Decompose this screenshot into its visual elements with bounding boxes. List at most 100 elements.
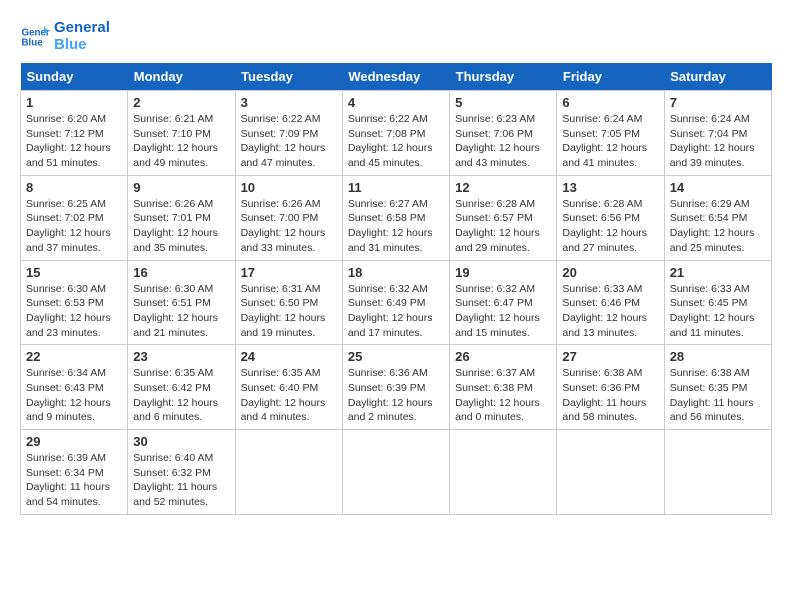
day-number: 20: [562, 265, 658, 280]
calendar-cell: [450, 430, 557, 515]
day-info: Sunrise: 6:25 AMSunset: 7:02 PMDaylight:…: [26, 197, 122, 256]
day-info: Sunrise: 6:36 AMSunset: 6:39 PMDaylight:…: [348, 366, 444, 425]
day-number: 5: [455, 95, 551, 110]
day-info: Sunrise: 6:22 AMSunset: 7:09 PMDaylight:…: [241, 112, 337, 171]
day-number: 15: [26, 265, 122, 280]
calendar-week: 22 Sunrise: 6:34 AMSunset: 6:43 PMDayligh…: [21, 345, 772, 430]
day-number: 21: [670, 265, 766, 280]
day-info: Sunrise: 6:24 AMSunset: 7:04 PMDaylight:…: [670, 112, 766, 171]
day-number: 9: [133, 180, 229, 195]
day-info: Sunrise: 6:38 AMSunset: 6:36 PMDaylight:…: [562, 366, 658, 425]
logo: General Blue GeneralBlue: [20, 20, 110, 53]
calendar-cell: 8 Sunrise: 6:25 AMSunset: 7:02 PMDaylight…: [21, 175, 128, 260]
page-header: General Blue GeneralBlue: [20, 20, 772, 53]
day-info: Sunrise: 6:30 AMSunset: 6:51 PMDaylight:…: [133, 282, 229, 341]
day-number: 27: [562, 349, 658, 364]
day-number: 23: [133, 349, 229, 364]
day-info: Sunrise: 6:33 AMSunset: 6:46 PMDaylight:…: [562, 282, 658, 341]
day-info: Sunrise: 6:23 AMSunset: 7:06 PMDaylight:…: [455, 112, 551, 171]
calendar-week: 15 Sunrise: 6:30 AMSunset: 6:53 PMDayligh…: [21, 260, 772, 345]
weekday-header: Friday: [557, 63, 664, 91]
calendar-cell: 6Sunrise: 6:24 AMSunset: 7:05 PMDaylight…: [557, 91, 664, 176]
calendar-cell: 18Sunrise: 6:32 AMSunset: 6:49 PMDayligh…: [342, 260, 449, 345]
calendar-cell: 11 Sunrise: 6:27 AMSunset: 6:58 PMDayligh…: [342, 175, 449, 260]
calendar-cell: 4 Sunrise: 6:22 AMSunset: 7:08 PMDaylight…: [342, 91, 449, 176]
day-number: 29: [26, 434, 122, 449]
day-info: Sunrise: 6:38 AMSunset: 6:35 PMDaylight:…: [670, 366, 766, 425]
calendar-cell: 7Sunrise: 6:24 AMSunset: 7:04 PMDaylight…: [664, 91, 771, 176]
day-number: 13: [562, 180, 658, 195]
day-number: 11: [348, 180, 444, 195]
svg-text:Blue: Blue: [22, 37, 44, 48]
day-info: Sunrise: 6:26 AMSunset: 7:00 PMDaylight:…: [241, 197, 337, 256]
day-info: Sunrise: 6:31 AMSunset: 6:50 PMDaylight:…: [241, 282, 337, 341]
day-info: Sunrise: 6:35 AMSunset: 6:40 PMDaylight:…: [241, 366, 337, 425]
calendar-cell: 16 Sunrise: 6:30 AMSunset: 6:51 PMDayligh…: [128, 260, 235, 345]
day-info: Sunrise: 6:26 AMSunset: 7:01 PMDaylight:…: [133, 197, 229, 256]
calendar-cell: 28Sunrise: 6:38 AMSunset: 6:35 PMDayligh…: [664, 345, 771, 430]
weekday-header: Tuesday: [235, 63, 342, 91]
calendar-cell: [342, 430, 449, 515]
calendar-cell: 17 Sunrise: 6:31 AMSunset: 6:50 PMDayligh…: [235, 260, 342, 345]
day-info: Sunrise: 6:28 AMSunset: 6:56 PMDaylight:…: [562, 197, 658, 256]
calendar-cell: 29 Sunrise: 6:39 AMSunset: 6:34 PMDayligh…: [21, 430, 128, 515]
calendar-cell: 2 Sunrise: 6:21 AMSunset: 7:10 PMDaylight…: [128, 91, 235, 176]
calendar-cell: 24Sunrise: 6:35 AMSunset: 6:40 PMDayligh…: [235, 345, 342, 430]
day-number: 16: [133, 265, 229, 280]
calendar-cell: 25 Sunrise: 6:36 AMSunset: 6:39 PMDayligh…: [342, 345, 449, 430]
day-number: 14: [670, 180, 766, 195]
day-info: Sunrise: 6:27 AMSunset: 6:58 PMDaylight:…: [348, 197, 444, 256]
day-info: Sunrise: 6:35 AMSunset: 6:42 PMDaylight:…: [133, 366, 229, 425]
day-number: 26: [455, 349, 551, 364]
weekday-header: Wednesday: [342, 63, 449, 91]
day-number: 22: [26, 349, 122, 364]
calendar-cell: 19Sunrise: 6:32 AMSunset: 6:47 PMDayligh…: [450, 260, 557, 345]
weekday-header: Sunday: [21, 63, 128, 91]
calendar-cell: [235, 430, 342, 515]
logo-icon: General Blue: [20, 22, 50, 52]
logo-text: GeneralBlue: [54, 20, 110, 53]
calendar-table: SundayMondayTuesdayWednesdayThursdayFrid…: [20, 63, 772, 515]
day-info: Sunrise: 6:37 AMSunset: 6:38 PMDaylight:…: [455, 366, 551, 425]
day-info: Sunrise: 6:34 AMSunset: 6:43 PMDaylight:…: [26, 366, 122, 425]
day-info: Sunrise: 6:30 AMSunset: 6:53 PMDaylight:…: [26, 282, 122, 341]
calendar-cell: 30 Sunrise: 6:40 AMSunset: 6:32 PMDayligh…: [128, 430, 235, 515]
day-info: Sunrise: 6:33 AMSunset: 6:45 PMDaylight:…: [670, 282, 766, 341]
calendar-week: 29 Sunrise: 6:39 AMSunset: 6:34 PMDayligh…: [21, 430, 772, 515]
calendar-cell: 14 Sunrise: 6:29 AMSunset: 6:54 PMDayligh…: [664, 175, 771, 260]
day-info: Sunrise: 6:21 AMSunset: 7:10 PMDaylight:…: [133, 112, 229, 171]
calendar-cell: 22 Sunrise: 6:34 AMSunset: 6:43 PMDayligh…: [21, 345, 128, 430]
day-number: 2: [133, 95, 229, 110]
calendar-week: 1Sunrise: 6:20 AMSunset: 7:12 PMDaylight…: [21, 91, 772, 176]
day-info: Sunrise: 6:40 AMSunset: 6:32 PMDaylight:…: [133, 451, 229, 510]
day-number: 25: [348, 349, 444, 364]
calendar-week: 8 Sunrise: 6:25 AMSunset: 7:02 PMDaylight…: [21, 175, 772, 260]
calendar-cell: 10 Sunrise: 6:26 AMSunset: 7:00 PMDayligh…: [235, 175, 342, 260]
calendar-cell: [664, 430, 771, 515]
day-number: 6: [562, 95, 658, 110]
day-number: 4: [348, 95, 444, 110]
day-number: 12: [455, 180, 551, 195]
day-info: Sunrise: 6:39 AMSunset: 6:34 PMDaylight:…: [26, 451, 122, 510]
calendar-cell: 5 Sunrise: 6:23 AMSunset: 7:06 PMDaylight…: [450, 91, 557, 176]
weekday-header: Monday: [128, 63, 235, 91]
day-info: Sunrise: 6:29 AMSunset: 6:54 PMDaylight:…: [670, 197, 766, 256]
day-number: 10: [241, 180, 337, 195]
calendar-cell: 12Sunrise: 6:28 AMSunset: 6:57 PMDayligh…: [450, 175, 557, 260]
calendar-cell: [557, 430, 664, 515]
day-number: 8: [26, 180, 122, 195]
day-number: 1: [26, 95, 122, 110]
day-number: 19: [455, 265, 551, 280]
calendar-cell: 3 Sunrise: 6:22 AMSunset: 7:09 PMDaylight…: [235, 91, 342, 176]
day-info: Sunrise: 6:32 AMSunset: 6:49 PMDaylight:…: [348, 282, 444, 341]
day-info: Sunrise: 6:22 AMSunset: 7:08 PMDaylight:…: [348, 112, 444, 171]
calendar-cell: 27 Sunrise: 6:38 AMSunset: 6:36 PMDayligh…: [557, 345, 664, 430]
weekday-header: Thursday: [450, 63, 557, 91]
calendar-cell: 23 Sunrise: 6:35 AMSunset: 6:42 PMDayligh…: [128, 345, 235, 430]
calendar-cell: 1Sunrise: 6:20 AMSunset: 7:12 PMDaylight…: [21, 91, 128, 176]
calendar-cell: 21 Sunrise: 6:33 AMSunset: 6:45 PMDayligh…: [664, 260, 771, 345]
day-number: 30: [133, 434, 229, 449]
calendar-cell: 20 Sunrise: 6:33 AMSunset: 6:46 PMDayligh…: [557, 260, 664, 345]
day-number: 3: [241, 95, 337, 110]
day-number: 17: [241, 265, 337, 280]
